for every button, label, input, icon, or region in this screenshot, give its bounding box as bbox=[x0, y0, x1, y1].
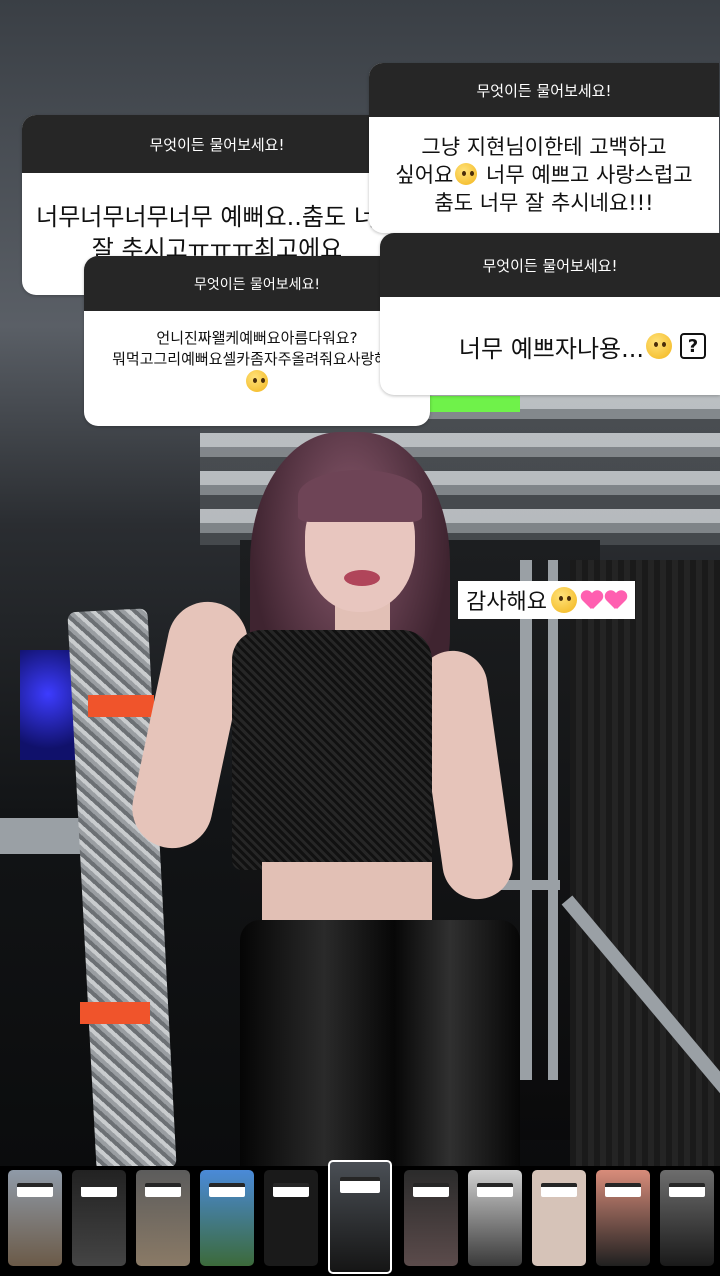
sticker-answer: 그냥 지현님이한테 고백하고 싶어요 너무 예쁘고 사랑스럽고 춤도 너무 잘 … bbox=[369, 117, 719, 233]
pleading-face-emoji bbox=[455, 163, 478, 185]
story-thumbnail[interactable] bbox=[596, 1170, 650, 1266]
sticker-header: 무엇이든 물어보세요! bbox=[84, 256, 430, 311]
story-thumbnail[interactable] bbox=[468, 1170, 522, 1266]
sticker-answer: 언니진짜왤케예뻐요아름다워요? 뭐먹고그리예뻐요셀카좀자주올려줘요사랑해요 bbox=[84, 311, 430, 426]
scaffold-pole bbox=[520, 560, 532, 1080]
answer-line: 그냥 지현님이한테 고백하고 bbox=[421, 135, 667, 159]
orange-tape bbox=[88, 695, 154, 717]
leather-pants bbox=[240, 920, 520, 1166]
shocked-face-emoji bbox=[646, 333, 672, 359]
story-thumbnail[interactable] bbox=[200, 1170, 254, 1266]
shocked-face-emoji bbox=[550, 587, 577, 613]
story-thumbnail[interactable] bbox=[264, 1170, 318, 1266]
story-thumbnail[interactable] bbox=[660, 1170, 714, 1266]
scaffold-clamp bbox=[0, 818, 90, 854]
story-thumbnail[interactable] bbox=[532, 1170, 586, 1266]
pink-heart-emoji bbox=[581, 590, 603, 610]
question-sticker[interactable]: 무엇이든 물어보세요! 언니진짜왤케예뻐요아름다워요? 뭐먹고그리예뻐요셀카좀자… bbox=[84, 256, 430, 426]
smiling-face-emoji bbox=[246, 370, 268, 392]
story-thumbnail[interactable] bbox=[8, 1170, 62, 1266]
answer-line: 싶어요 너무 예쁘고 사랑스럽고 bbox=[395, 163, 693, 187]
bangs bbox=[298, 470, 422, 522]
pink-heart-emoji bbox=[605, 590, 627, 610]
story-thumbnail[interactable] bbox=[72, 1170, 126, 1266]
orange-tape bbox=[80, 1002, 150, 1024]
sticker-header: 무엇이든 물어보세요! bbox=[22, 115, 412, 173]
lips bbox=[344, 570, 380, 586]
question-sticker[interactable]: 무엇이든 물어보세요! 너무 예쁘자나용...? bbox=[380, 233, 720, 395]
story-thumbnail[interactable] bbox=[404, 1170, 458, 1266]
sticker-header: 무엇이든 물어보세요! bbox=[380, 233, 720, 297]
reply-text: 감사해요 bbox=[458, 581, 635, 619]
sticker-answer: 너무 예쁘자나용...? bbox=[380, 297, 720, 395]
green-light bbox=[430, 396, 520, 412]
sticker-header: 무엇이든 물어보세요! bbox=[369, 63, 719, 117]
answer-line: 춤도 너무 잘 추시네요!!! bbox=[434, 191, 654, 215]
answer-line: 뭐먹고그리예뻐요셀카좀자주올려줘요사랑해요 bbox=[112, 350, 402, 368]
answer-line: 언니진짜왤케예뻐요아름다워요? bbox=[156, 329, 358, 347]
story-thumbnail-selected[interactable] bbox=[328, 1160, 392, 1274]
story-thumbnail[interactable] bbox=[136, 1170, 190, 1266]
question-mark-icon: ? bbox=[680, 333, 706, 359]
mesh-crop-top bbox=[232, 630, 432, 870]
black-curtain bbox=[570, 560, 720, 1166]
scaffold-pole bbox=[548, 560, 558, 1080]
question-sticker[interactable]: 무엇이든 물어보세요! 그냥 지현님이한테 고백하고 싶어요 너무 예쁘고 사랑… bbox=[369, 63, 719, 233]
